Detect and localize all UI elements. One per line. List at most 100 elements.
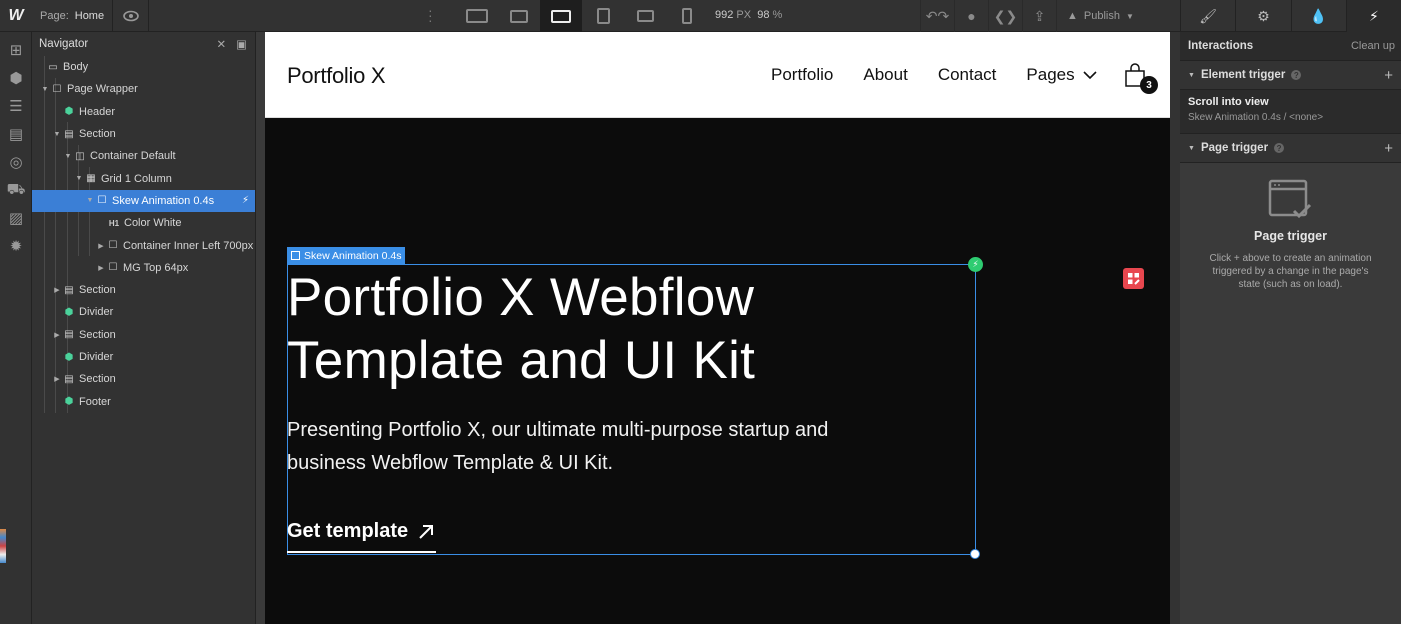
page-selector[interactable]: Page: Home [32, 0, 114, 32]
breakpoint-large-icon[interactable] [498, 0, 540, 32]
tree-row[interactable]: ▭ Body [32, 56, 255, 78]
tree-row[interactable]: ⬢ Divider [32, 346, 255, 368]
tree-row-label: Container Inner Left 700px [123, 239, 254, 252]
tree-row-label: Section [79, 284, 116, 297]
section-icon: ▤ [64, 284, 74, 296]
site-header[interactable]: Portfolio X Portfolio About Contact Page… [265, 32, 1170, 118]
trigger-item[interactable]: Scroll into view Skew Animation 0.4s / <… [1180, 89, 1401, 133]
tree-row[interactable]: ⬢ Divider [32, 301, 255, 323]
caret-down-icon[interactable]: ▼ [74, 175, 84, 182]
tree-row[interactable]: ⬢ Header [32, 101, 255, 123]
comments-icon[interactable]: ● [954, 0, 988, 32]
help-icon[interactable]: ? [1291, 70, 1302, 80]
tree-row[interactable]: ▼ ▤ Section [32, 123, 255, 145]
caret-down-icon[interactable]: ▼ [1188, 145, 1195, 152]
menu-link-contact[interactable]: Contact [938, 65, 997, 85]
chevron-down-icon [1083, 70, 1097, 79]
interactions-header: Interactions Clean up [1180, 32, 1401, 60]
tree-row[interactable]: H1 Color White [32, 212, 255, 234]
style-manager-drops-icon[interactable]: 💧 [1290, 0, 1346, 32]
tree-row[interactable]: ▼ ◫ Container Default [32, 145, 255, 167]
design-canvas[interactable]: Portfolio X Portfolio About Contact Page… [265, 32, 1170, 624]
breakpoint-xl-icon[interactable] [456, 0, 498, 32]
tree-row[interactable]: ▶ ☐ MG Top 64px [32, 257, 255, 279]
selection-tag-label: Skew Animation 0.4s [304, 249, 402, 262]
cta-underline [287, 551, 436, 553]
tree-row-label: Section [79, 328, 116, 341]
caret-down-icon[interactable]: ▼ [63, 153, 73, 160]
breakpoint-mobile-icon[interactable] [666, 0, 708, 32]
element-trigger-section[interactable]: ▼ Element trigger ? + [1180, 60, 1401, 89]
webflow-logo[interactable]: W [0, 0, 32, 32]
breakpoint-landscape-icon[interactable] [624, 0, 666, 32]
navigator-header: Navigator ✕ ▣ [32, 32, 255, 56]
collapse-all-icon[interactable]: ✕ [216, 37, 226, 51]
caret-right-icon[interactable]: ▶ [96, 264, 106, 272]
caret-right-icon[interactable]: ▶ [52, 286, 62, 294]
publish-button[interactable]: ▲ Publish ▼ [1056, 0, 1144, 32]
tree-row-label: Skew Animation 0.4s [112, 194, 215, 207]
add-page-trigger-icon[interactable]: + [1384, 140, 1393, 157]
dock-panel-icon[interactable]: ▣ [236, 37, 247, 51]
tree-row[interactable]: ▶ ▤ Section [32, 279, 255, 301]
add-element-trigger-icon[interactable]: + [1384, 67, 1393, 84]
tree-row-label: Section [79, 128, 116, 141]
style-brush-icon[interactable]: 🖌 [1180, 0, 1235, 32]
settings-gear-icon[interactable]: ⚙ [1235, 0, 1290, 32]
interactions-bolt-icon[interactable]: ⚡ [1345, 0, 1401, 32]
clean-up-button[interactable]: Clean up [1351, 40, 1395, 52]
navigator-layers-icon[interactable]: ☰ [0, 92, 32, 120]
assets-images-icon[interactable]: ▨ [0, 204, 32, 232]
settings-icon[interactable]: ✹ [0, 232, 32, 260]
tree-row-label: Page Wrapper [67, 83, 138, 96]
caret-right-icon[interactable]: ▶ [52, 331, 62, 339]
cms-database-icon[interactable]: ◎ [0, 148, 32, 176]
help-icon[interactable]: ? [1274, 143, 1285, 153]
hero-subtitle[interactable]: Presenting Portfolio X, our ultimate mul… [287, 414, 887, 480]
div-block-icon: ☐ [97, 195, 107, 207]
site-brand[interactable]: Portfolio X [287, 63, 386, 89]
pages-icon[interactable]: ▤ [0, 120, 32, 148]
selection-tag[interactable]: Skew Animation 0.4s [287, 247, 406, 264]
code-icon[interactable]: ❮❯ [988, 0, 1022, 32]
preview-eye-icon[interactable] [113, 0, 150, 32]
caret-down-icon[interactable]: ▼ [1188, 72, 1195, 79]
symbols-cube-icon[interactable]: ⬢ [0, 64, 32, 92]
caret-down-icon[interactable]: ▼ [40, 86, 50, 93]
tree-row[interactable]: ▼ ☐ Page Wrapper [32, 78, 255, 100]
tree-row[interactable]: ▶ ☐ Container Inner Left 700px [32, 234, 255, 256]
site-menu: Portfolio About Contact Pages [771, 65, 1097, 85]
element-trigger-title: Element trigger [1200, 69, 1286, 81]
ecommerce-cart-icon[interactable]: ⛟ [0, 176, 32, 204]
get-template-link[interactable]: Get template [287, 520, 434, 543]
tree-row-label: MG Top 64px [123, 261, 189, 274]
tree-row[interactable]: ⬢ Footer [32, 390, 255, 412]
hero-title[interactable]: Portfolio X Webflow Template and UI Kit [287, 266, 967, 392]
undo-redo-icon[interactable]: ↶↷ [920, 0, 954, 32]
menu-link-about[interactable]: About [863, 65, 907, 85]
export-icon[interactable]: ⇪ [1022, 0, 1056, 32]
tree-row[interactable]: ▶ ▤ Section [32, 324, 255, 346]
caret-right-icon[interactable]: ▶ [52, 375, 62, 383]
page-name: Home [74, 9, 105, 22]
breakpoint-desktop-icon[interactable] [540, 0, 582, 32]
tree-row[interactable]: ▼ ▦ Grid 1 Column [32, 167, 255, 189]
caret-right-icon[interactable]: ▶ [96, 242, 106, 250]
caret-down-icon[interactable]: ▼ [85, 197, 95, 204]
interaction-indicator-icon[interactable]: ⚡ [968, 257, 983, 272]
breakpoint-tablet-icon[interactable] [582, 0, 624, 32]
tree-row-selected[interactable]: ▼ ☐ Skew Animation 0.4s ⚡ [32, 189, 255, 213]
top-toolbar: W Page: Home · · · 992 PX 98 % ↶↷ ● ❮❯ ⇪ ▲… [0, 0, 1401, 32]
page-trigger-section[interactable]: ▼ Page trigger ? + [1180, 133, 1401, 162]
tree-row[interactable]: ▶ ▤ Section [32, 368, 255, 390]
interactions-title: Interactions [1188, 40, 1254, 52]
extension-badge-icon[interactable] [1123, 268, 1144, 289]
add-panel-icon[interactable]: ⊞ [0, 36, 32, 64]
more-dots-icon[interactable]: · · · [428, 3, 433, 27]
publish-rocket-icon: ▲ [1067, 10, 1078, 22]
caret-down-icon[interactable]: ▼ [52, 131, 62, 138]
canvas-scrollbar[interactable] [256, 32, 265, 624]
menu-link-portfolio[interactable]: Portfolio [771, 65, 833, 85]
menu-dropdown-pages[interactable]: Pages [1026, 65, 1097, 85]
resize-handle[interactable] [970, 549, 980, 559]
